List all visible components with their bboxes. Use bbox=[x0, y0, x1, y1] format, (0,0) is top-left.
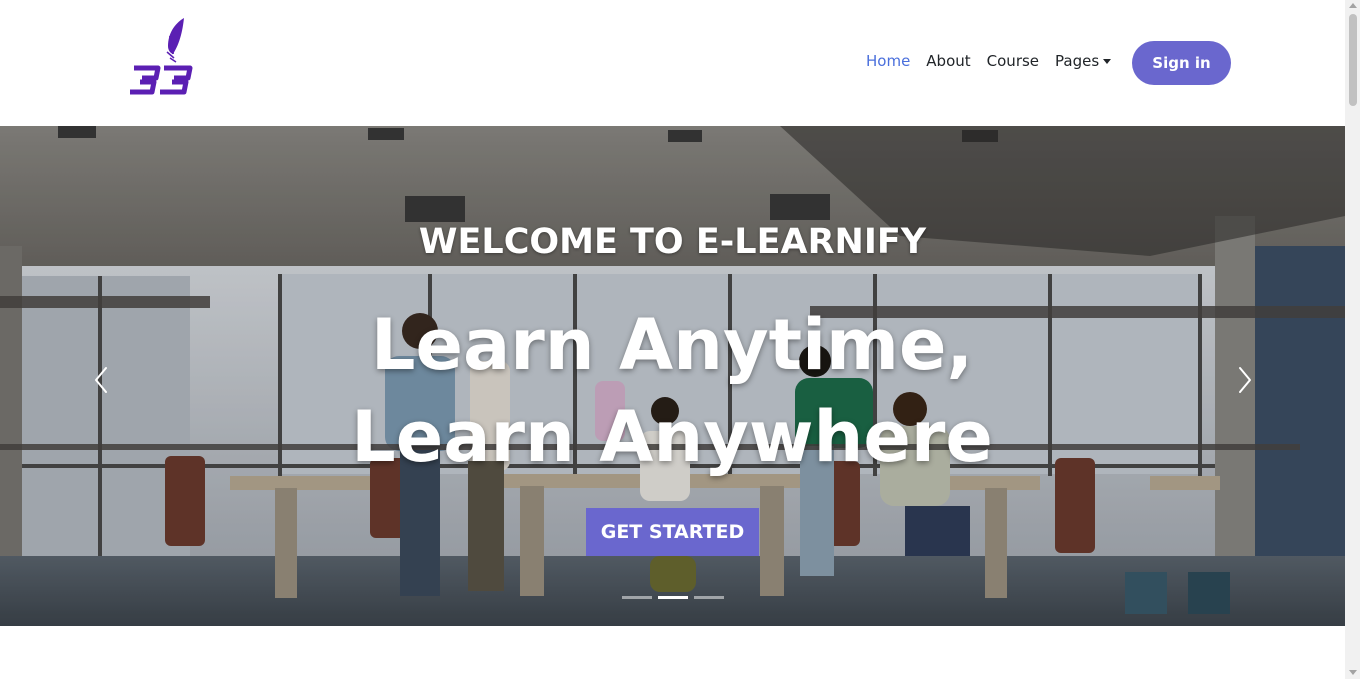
get-started-button[interactable]: GET STARTED bbox=[586, 508, 759, 556]
nav-item-home[interactable]: Home bbox=[866, 52, 910, 70]
nav-item-pages-label: Pages bbox=[1055, 52, 1100, 70]
page: Home About Course Pages Sign in WELCOME … bbox=[0, 0, 1345, 679]
carousel-indicator-2[interactable] bbox=[657, 596, 688, 599]
caret-down-icon bbox=[1103, 59, 1112, 64]
page-scrollbar[interactable] bbox=[1345, 0, 1360, 679]
nav-menu: Home About Course Pages bbox=[866, 52, 1127, 70]
scroll-down-icon[interactable] bbox=[1349, 670, 1357, 675]
carousel-indicators bbox=[0, 596, 1345, 599]
signin-button[interactable]: Sign in bbox=[1132, 41, 1231, 85]
hero-welcome: WELCOME TO E-LEARNIFY bbox=[418, 222, 927, 262]
carousel-indicator-3[interactable] bbox=[693, 596, 724, 599]
nav-item-course[interactable]: Course bbox=[987, 52, 1039, 70]
carousel-indicator-1[interactable] bbox=[621, 596, 652, 599]
chevron-right-icon[interactable] bbox=[1232, 364, 1256, 396]
scrollbar-thumb[interactable] bbox=[1349, 14, 1357, 106]
navbar: Home About Course Pages Sign in bbox=[0, 0, 1345, 126]
nav-item-pages[interactable]: Pages bbox=[1055, 52, 1112, 70]
nav-item-about[interactable]: About bbox=[926, 52, 970, 70]
hero-carousel: WELCOME TO E-LEARNIFY Learn Anytime, Lea… bbox=[0, 126, 1345, 626]
chevron-left-icon[interactable] bbox=[90, 364, 114, 396]
quill-logo-icon[interactable] bbox=[126, 16, 198, 98]
scroll-up-icon[interactable] bbox=[1349, 3, 1357, 8]
hero-headline: Learn Anytime, Learn Anywhere bbox=[351, 304, 993, 478]
